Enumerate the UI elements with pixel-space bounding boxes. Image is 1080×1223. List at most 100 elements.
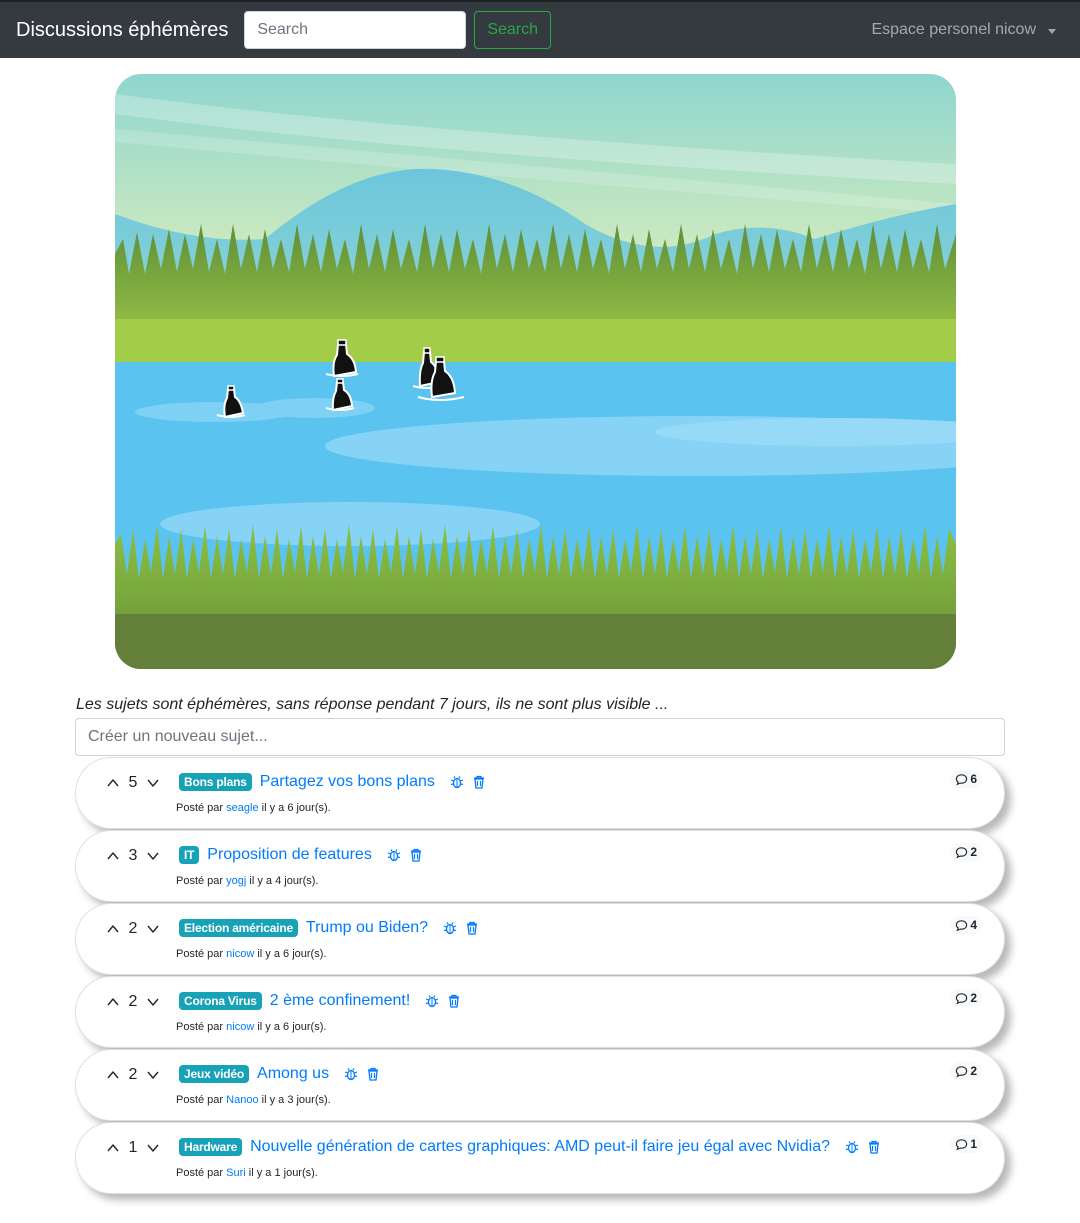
posted-time: il y a 3 jour(s).	[261, 1094, 331, 1106]
caret-down-icon	[1048, 28, 1056, 34]
posted-by-label: Posté par	[176, 1021, 224, 1033]
search-button[interactable]: Search	[474, 11, 552, 49]
speech-bubble-icon	[956, 992, 968, 1004]
author-link[interactable]: seagle	[226, 802, 258, 814]
downvote-icon[interactable]	[146, 995, 160, 1009]
navbar: Discussions éphémères Search Espace pers…	[0, 0, 1080, 58]
author-link[interactable]: yogj	[226, 875, 246, 887]
comment-count-badge[interactable]: 6	[950, 770, 982, 788]
topic-title-line: IT Proposition de features	[179, 846, 424, 864]
topic-tag-badge[interactable]: IT	[179, 846, 200, 864]
vote-control: 3	[106, 847, 160, 865]
upvote-icon[interactable]	[106, 995, 120, 1009]
upvote-icon[interactable]	[106, 922, 120, 936]
vote-control: 2	[106, 920, 160, 938]
vote-score: 2	[128, 993, 138, 1010]
topic-title-link[interactable]: Trump ou Biden?	[306, 919, 428, 937]
topic-card: 1 Hardware Nouvelle génération de cartes…	[75, 1122, 1005, 1194]
comment-count: 2	[970, 1064, 977, 1078]
comment-count-badge[interactable]: 2	[950, 1062, 982, 1080]
comment-count-badge[interactable]: 2	[950, 989, 982, 1007]
upvote-icon[interactable]	[106, 776, 120, 790]
author-link[interactable]: nicow	[226, 1021, 254, 1033]
topic-meta: Posté par nicow il y a 6 jour(s).	[176, 1021, 326, 1033]
vote-control: 2	[106, 993, 160, 1011]
brand-title[interactable]: Discussions éphémères	[16, 19, 228, 42]
upvote-icon[interactable]	[106, 1141, 120, 1155]
downvote-icon[interactable]	[146, 1068, 160, 1082]
comment-count-badge[interactable]: 1	[950, 1135, 982, 1153]
comment-count-badge[interactable]: 2	[950, 843, 982, 861]
topic-card: 2 Corona Virus 2 ème confinement! Posté …	[75, 976, 1005, 1048]
comment-count: 2	[970, 845, 977, 859]
downvote-icon[interactable]	[146, 849, 160, 863]
topic-tag-badge[interactable]: Hardware	[179, 1138, 243, 1156]
topic-title-line: Jeux vidéo Among us	[179, 1065, 381, 1083]
trash-icon[interactable]	[471, 774, 487, 790]
topic-meta: Posté par Suri il y a 1 jour(s).	[176, 1167, 318, 1179]
topic-meta: Posté par yogj il y a 4 jour(s).	[176, 875, 318, 887]
topic-card: 2 Jeux vidéo Among us Posté par Nanoo il…	[75, 1049, 1005, 1121]
topic-meta: Posté par Nanoo il y a 3 jour(s).	[176, 1094, 331, 1106]
user-menu-label: Espace personel nicow	[871, 21, 1036, 38]
lake-scene	[115, 74, 956, 669]
topic-tag-badge[interactable]: Jeux vidéo	[179, 1065, 250, 1083]
author-link[interactable]: nicow	[226, 948, 254, 960]
posted-time: il y a 4 jour(s).	[249, 875, 319, 887]
vote-score: 1	[128, 1139, 138, 1156]
upvote-icon[interactable]	[106, 849, 120, 863]
posted-time: il y a 1 jour(s).	[248, 1167, 318, 1179]
bug-icon[interactable]	[343, 1066, 359, 1082]
topic-list: 5 Bons plans Partagez vos bons plans Pos…	[75, 757, 1005, 1195]
vote-control: 2	[106, 1066, 160, 1084]
posted-by-label: Posté par	[176, 802, 224, 814]
topic-title-line: Corona Virus 2 ème confinement!	[179, 992, 462, 1010]
topic-meta: Posté par nicow il y a 6 jour(s).	[176, 948, 326, 960]
author-link[interactable]: Nanoo	[226, 1094, 258, 1106]
bug-icon[interactable]	[442, 920, 458, 936]
topic-title-link[interactable]: Among us	[257, 1065, 329, 1083]
bug-icon[interactable]	[844, 1139, 860, 1155]
user-menu-dropdown[interactable]: Espace personel nicow	[871, 21, 1056, 39]
topic-title-link[interactable]: Proposition de features	[207, 846, 372, 864]
trash-icon[interactable]	[365, 1066, 381, 1082]
speech-bubble-icon	[956, 773, 968, 785]
upvote-icon[interactable]	[106, 1068, 120, 1082]
comment-count-badge[interactable]: 4	[950, 916, 982, 934]
author-link[interactable]: Suri	[226, 1167, 246, 1179]
vote-control: 5	[106, 774, 160, 792]
trash-icon[interactable]	[866, 1139, 882, 1155]
trash-icon[interactable]	[446, 993, 462, 1009]
topic-title-line: Election américaine Trump ou Biden?	[179, 919, 480, 937]
vote-control: 1	[106, 1139, 160, 1157]
topic-title-link[interactable]: 2 ème confinement!	[270, 992, 411, 1010]
posted-time: il y a 6 jour(s).	[257, 948, 327, 960]
trash-icon[interactable]	[408, 847, 424, 863]
topic-tag-badge[interactable]: Bons plans	[179, 773, 252, 791]
downvote-icon[interactable]	[146, 922, 160, 936]
topic-title-link[interactable]: Partagez vos bons plans	[260, 773, 435, 791]
trash-icon[interactable]	[464, 920, 480, 936]
speech-bubble-icon	[956, 919, 968, 931]
downvote-icon[interactable]	[146, 776, 160, 790]
bug-icon[interactable]	[424, 993, 440, 1009]
vote-score: 3	[128, 847, 138, 864]
posted-time: il y a 6 jour(s).	[257, 1021, 327, 1033]
vote-score: 2	[128, 920, 138, 937]
bug-icon[interactable]	[386, 847, 402, 863]
posted-time: il y a 6 jour(s).	[261, 802, 331, 814]
speech-bubble-icon	[956, 1138, 968, 1150]
comment-count: 6	[970, 772, 977, 786]
topic-tag-badge[interactable]: Corona Virus	[179, 992, 262, 1010]
bug-icon[interactable]	[449, 774, 465, 790]
topic-card: 3 IT Proposition de features Posté par y…	[75, 830, 1005, 902]
posted-by-label: Posté par	[176, 875, 224, 887]
search-input[interactable]	[244, 11, 467, 49]
comment-count: 2	[970, 991, 977, 1005]
posted-by-label: Posté par	[176, 1094, 224, 1106]
topic-title-link[interactable]: Nouvelle génération de cartes graphiques…	[250, 1138, 830, 1156]
speech-bubble-icon	[956, 846, 968, 858]
new-topic-input[interactable]	[75, 718, 1005, 756]
downvote-icon[interactable]	[146, 1141, 160, 1155]
topic-tag-badge[interactable]: Election américaine	[179, 919, 298, 937]
